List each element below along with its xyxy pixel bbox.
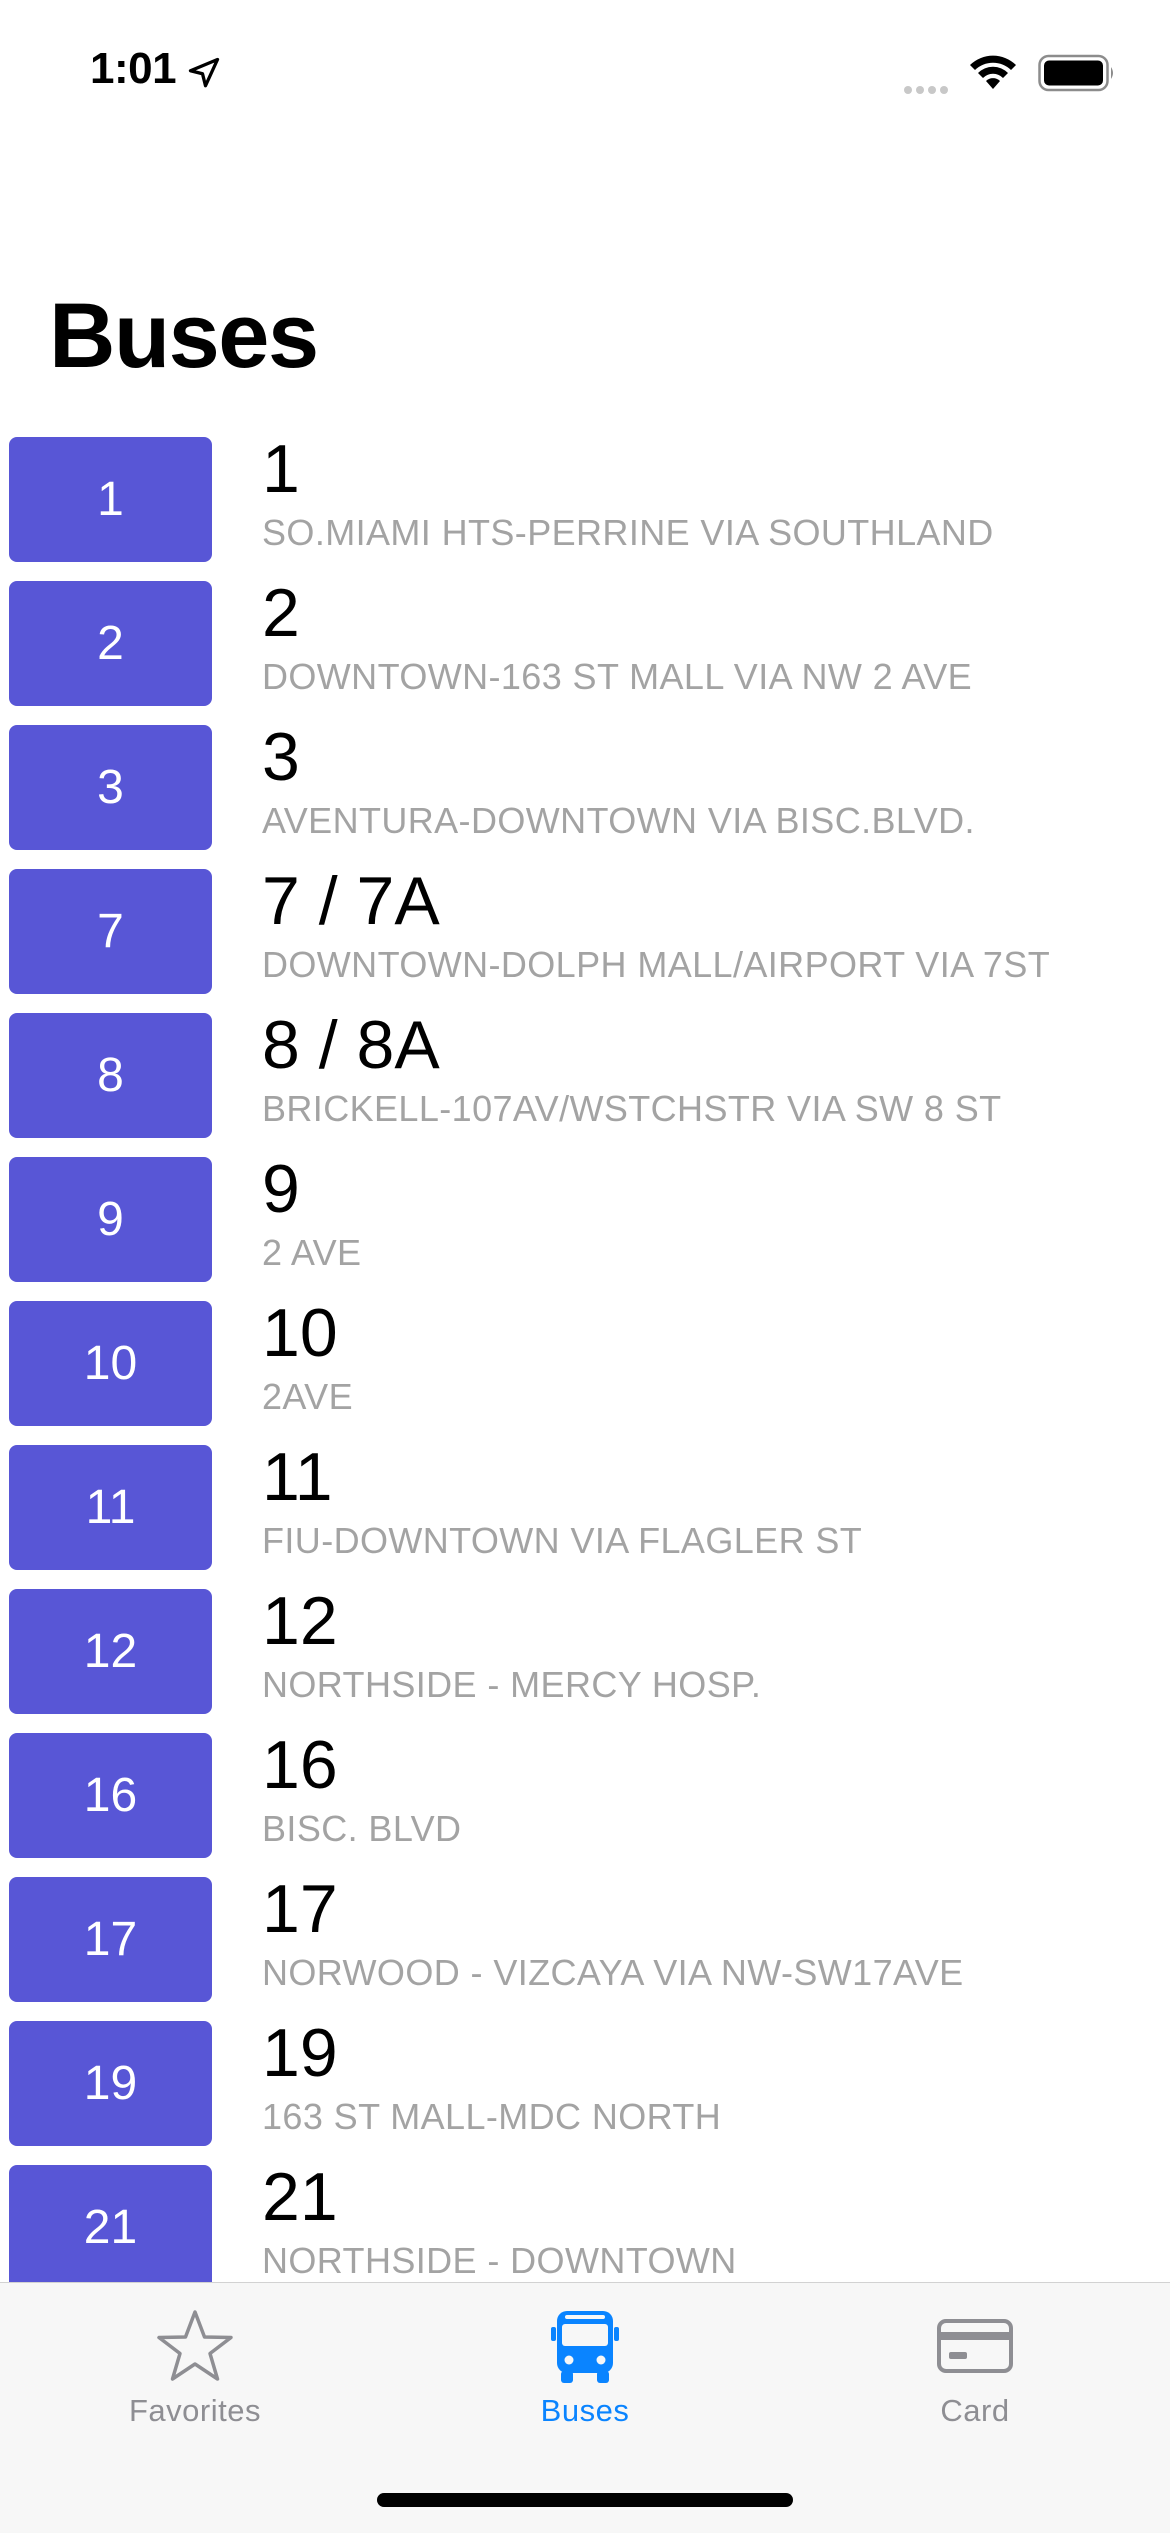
route-description: 2AVE bbox=[262, 1376, 353, 1417]
card-icon bbox=[937, 2319, 1013, 2373]
route-row[interactable]: 8 8 / 8A BRICKELL-107AV/WSTCHSTR VIA SW 8 … bbox=[0, 1007, 1170, 1157]
route-name: 11 bbox=[262, 1439, 333, 1515]
route-description: FIU-DOWNTOWN VIA FLAGLER ST bbox=[262, 1520, 863, 1561]
route-row[interactable]: 12 12 NORTHSIDE - MERCY HOSP. bbox=[0, 1583, 1170, 1733]
route-description: BISC. BLVD bbox=[262, 1808, 462, 1849]
route-description: NORTHSIDE - MERCY HOSP. bbox=[262, 1664, 762, 1705]
route-row[interactable]: 19 19 163 ST MALL-MDC NORTH bbox=[0, 2015, 1170, 2165]
wifi-icon bbox=[970, 55, 1016, 89]
route-name: 9 bbox=[262, 1151, 300, 1227]
status-bar: 1:01 bbox=[0, 0, 1170, 150]
route-badge: 7 bbox=[9, 869, 212, 994]
route-badge: 8 bbox=[9, 1013, 212, 1138]
route-badge: 19 bbox=[9, 2021, 212, 2146]
route-row[interactable]: 16 16 BISC. BLVD bbox=[0, 1727, 1170, 1877]
route-name: 7 / 7A bbox=[262, 863, 440, 939]
home-indicator bbox=[377, 2493, 793, 2507]
route-badge: 9 bbox=[9, 1157, 212, 1282]
route-description: BRICKELL-107AV/WSTCHSTR VIA SW 8 ST bbox=[262, 1088, 1002, 1129]
route-description: 163 ST MALL-MDC NORTH bbox=[262, 2096, 722, 2137]
tab-card-label: Card bbox=[940, 2393, 1010, 2428]
cellular-signal-icon bbox=[904, 81, 952, 99]
route-row[interactable]: 3 3 AVENTURA-DOWNTOWN VIA BISC.BLVD. bbox=[0, 719, 1170, 869]
bus-icon bbox=[551, 2311, 619, 2383]
route-description: 2 AVE bbox=[262, 1232, 362, 1273]
route-badge: 16 bbox=[9, 1733, 212, 1858]
route-row[interactable]: 17 17 NORWOOD - VIZCAYA VIA NW-SW17AVE bbox=[0, 1871, 1170, 2021]
tab-buses[interactable]: Buses bbox=[390, 2283, 780, 2453]
route-name: 2 bbox=[262, 575, 300, 651]
route-description: NORWOOD - VIZCAYA VIA NW-SW17AVE bbox=[262, 1952, 964, 1993]
route-description: AVENTURA-DOWNTOWN VIA BISC.BLVD. bbox=[262, 800, 975, 841]
route-badge: 21 bbox=[9, 2165, 212, 2282]
route-row[interactable]: 21 21 NORTHSIDE - DOWNTOWN bbox=[0, 2159, 1170, 2282]
route-badge: 11 bbox=[9, 1445, 212, 1570]
route-badge: 10 bbox=[9, 1301, 212, 1426]
route-name: 16 bbox=[262, 1727, 338, 1803]
status-time: 1:01 bbox=[90, 44, 177, 93]
route-description: NORTHSIDE - DOWNTOWN bbox=[262, 2240, 737, 2281]
route-description: SO.MIAMI HTS-PERRINE VIA SOUTHLAND bbox=[262, 512, 994, 553]
route-badge: 3 bbox=[9, 725, 212, 850]
tab-card[interactable]: Card bbox=[780, 2283, 1170, 2453]
route-row[interactable]: 10 10 2AVE bbox=[0, 1295, 1170, 1445]
route-badge: 1 bbox=[9, 437, 212, 562]
battery-icon bbox=[1038, 54, 1113, 92]
route-row[interactable]: 99 2 AVE bbox=[0, 1151, 1170, 1301]
route-name: 8 / 8A bbox=[262, 1007, 440, 1083]
route-row[interactable]: 1 1 SO.MIAMI HTS-PERRINE VIA SOUTHLAND bbox=[0, 437, 1170, 581]
route-badge: 17 bbox=[9, 1877, 212, 2002]
route-name: 21 bbox=[262, 2159, 338, 2235]
route-row[interactable]: 11 11 FIU-DOWNTOWN VIA FLAGLER ST bbox=[0, 1439, 1170, 1589]
route-row[interactable]: 7 7 / 7A DOWNTOWN-DOLPH MALL/AIRPORT VIA 7… bbox=[0, 863, 1170, 1013]
route-badge: 12 bbox=[9, 1589, 212, 1714]
route-name: 1 bbox=[262, 437, 300, 507]
route-description: DOWNTOWN-163 ST MALL VIA NW 2 AVE bbox=[262, 656, 973, 697]
tab-buses-label: Buses bbox=[540, 2393, 630, 2428]
route-name: 19 bbox=[262, 2015, 338, 2091]
route-name: 17 bbox=[262, 1871, 338, 1947]
page-title: Buses bbox=[49, 285, 319, 387]
location-arrow-icon bbox=[188, 57, 220, 88]
route-name: 10 bbox=[262, 1295, 338, 1371]
star-icon bbox=[157, 2310, 233, 2381]
route-name: 12 bbox=[262, 1583, 338, 1659]
tab-favorites[interactable]: Favorites bbox=[0, 2283, 390, 2453]
route-row[interactable]: 2 2 DOWNTOWN-163 ST MALL VIA NW 2 AVE bbox=[0, 575, 1170, 725]
tab-favorites-label: Favorites bbox=[129, 2393, 261, 2428]
route-badge: 2 bbox=[9, 581, 212, 706]
route-description: DOWNTOWN-DOLPH MALL/AIRPORT VIA 7ST bbox=[262, 944, 1051, 985]
bus-route-list[interactable]: 1 1 SO.MIAMI HTS-PERRINE VIA SOUTHLAND 2 2 DO… bbox=[0, 437, 1170, 2282]
route-name: 3 bbox=[262, 719, 300, 795]
